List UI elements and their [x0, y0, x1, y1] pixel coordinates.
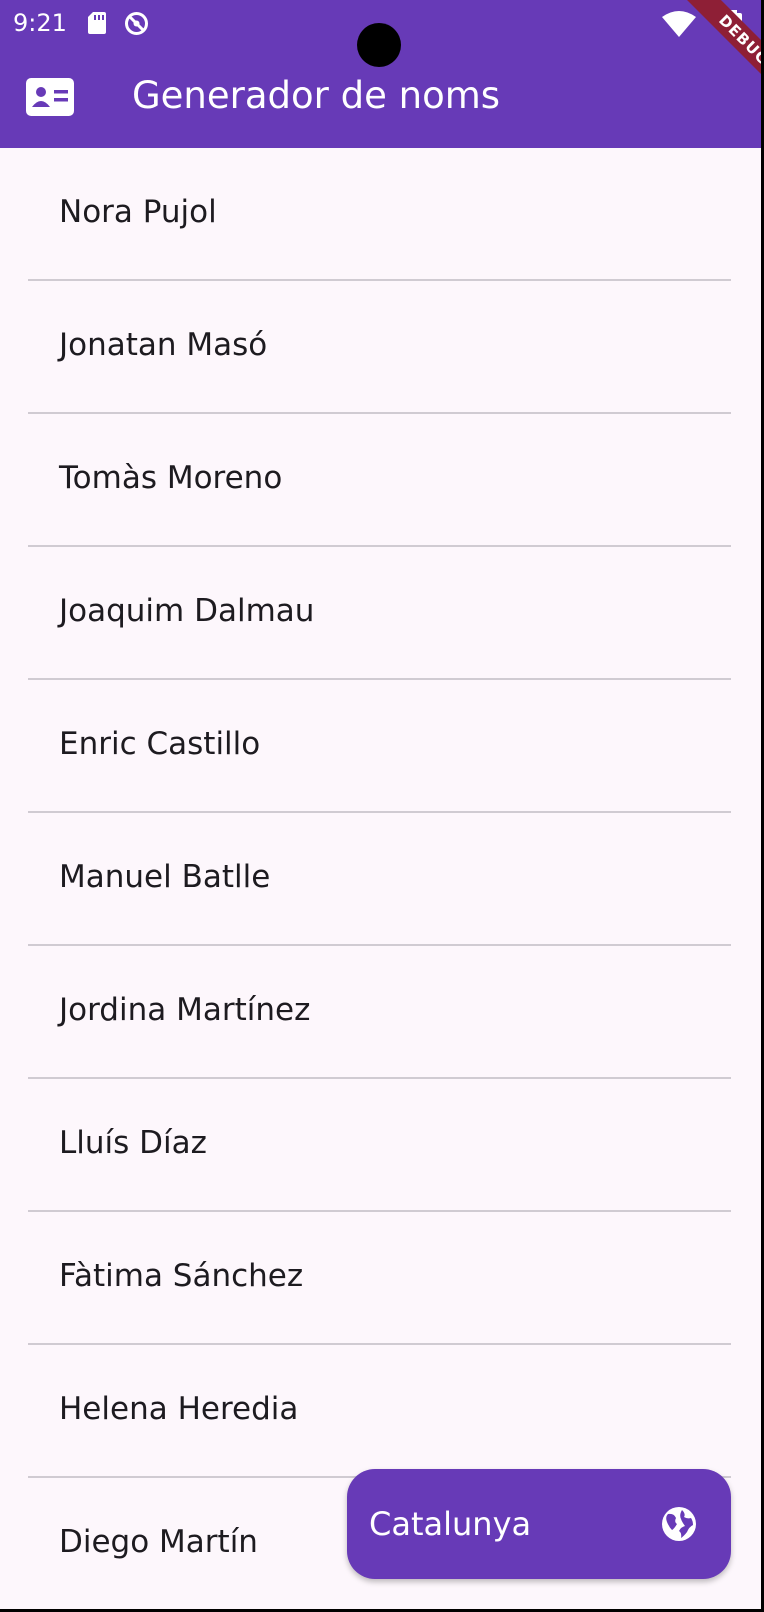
list-item[interactable]: Fàtima Sánchez [0, 1212, 761, 1345]
list-item[interactable]: Enric Castillo [0, 680, 761, 813]
status-time: 9:21 [13, 9, 67, 37]
list-item-label: Nora Pujol [59, 194, 217, 230]
list-item-label: Helena Heredia [59, 1391, 299, 1427]
list-item-label: Jonatan Masó [59, 327, 268, 363]
list-item[interactable]: Manuel Batlle [0, 813, 761, 946]
list-item-label: Lluís Díaz [59, 1125, 207, 1161]
app-title: Generador de noms [132, 74, 501, 117]
list-item-label: Fàtima Sánchez [59, 1258, 304, 1294]
list-item[interactable]: Nora Pujol [0, 148, 761, 281]
list-item-label: Joaquim Dalmau [59, 593, 315, 629]
name-list: Nora Pujol Jonatan Masó Tomàs Moreno Joa… [0, 148, 761, 1609]
debug-banner-label: DEBUG [675, 0, 761, 109]
list-item-label: Enric Castillo [59, 726, 261, 762]
debug-banner: DEBUG [641, 0, 761, 120]
sd-card-icon [88, 12, 106, 34]
id-card-icon [26, 78, 74, 116]
list-item-label: Diego Martín [59, 1524, 258, 1560]
app-screen: 9:21 Generador de noms DEBUG Nora Pujol … [0, 0, 761, 1609]
list-item[interactable]: Jordina Martínez [0, 946, 761, 1079]
list-item-label: Manuel Batlle [59, 859, 271, 895]
list-item-label: Tomàs Moreno [59, 460, 283, 496]
list-item-label: Jordina Martínez [59, 992, 311, 1028]
list-item[interactable]: Joaquim Dalmau [0, 547, 761, 680]
region-select-fab[interactable]: Catalunya [347, 1469, 731, 1579]
list-item[interactable]: Helena Heredia [0, 1345, 761, 1478]
list-item[interactable]: Lluís Díaz [0, 1079, 761, 1212]
globe-icon [662, 1507, 696, 1541]
sync-disabled-icon [125, 12, 148, 35]
list-item[interactable]: Tomàs Moreno [0, 414, 761, 547]
camera-cutout-icon [357, 23, 401, 67]
list-item[interactable]: Jonatan Masó [0, 281, 761, 414]
fab-label: Catalunya [369, 1505, 532, 1543]
